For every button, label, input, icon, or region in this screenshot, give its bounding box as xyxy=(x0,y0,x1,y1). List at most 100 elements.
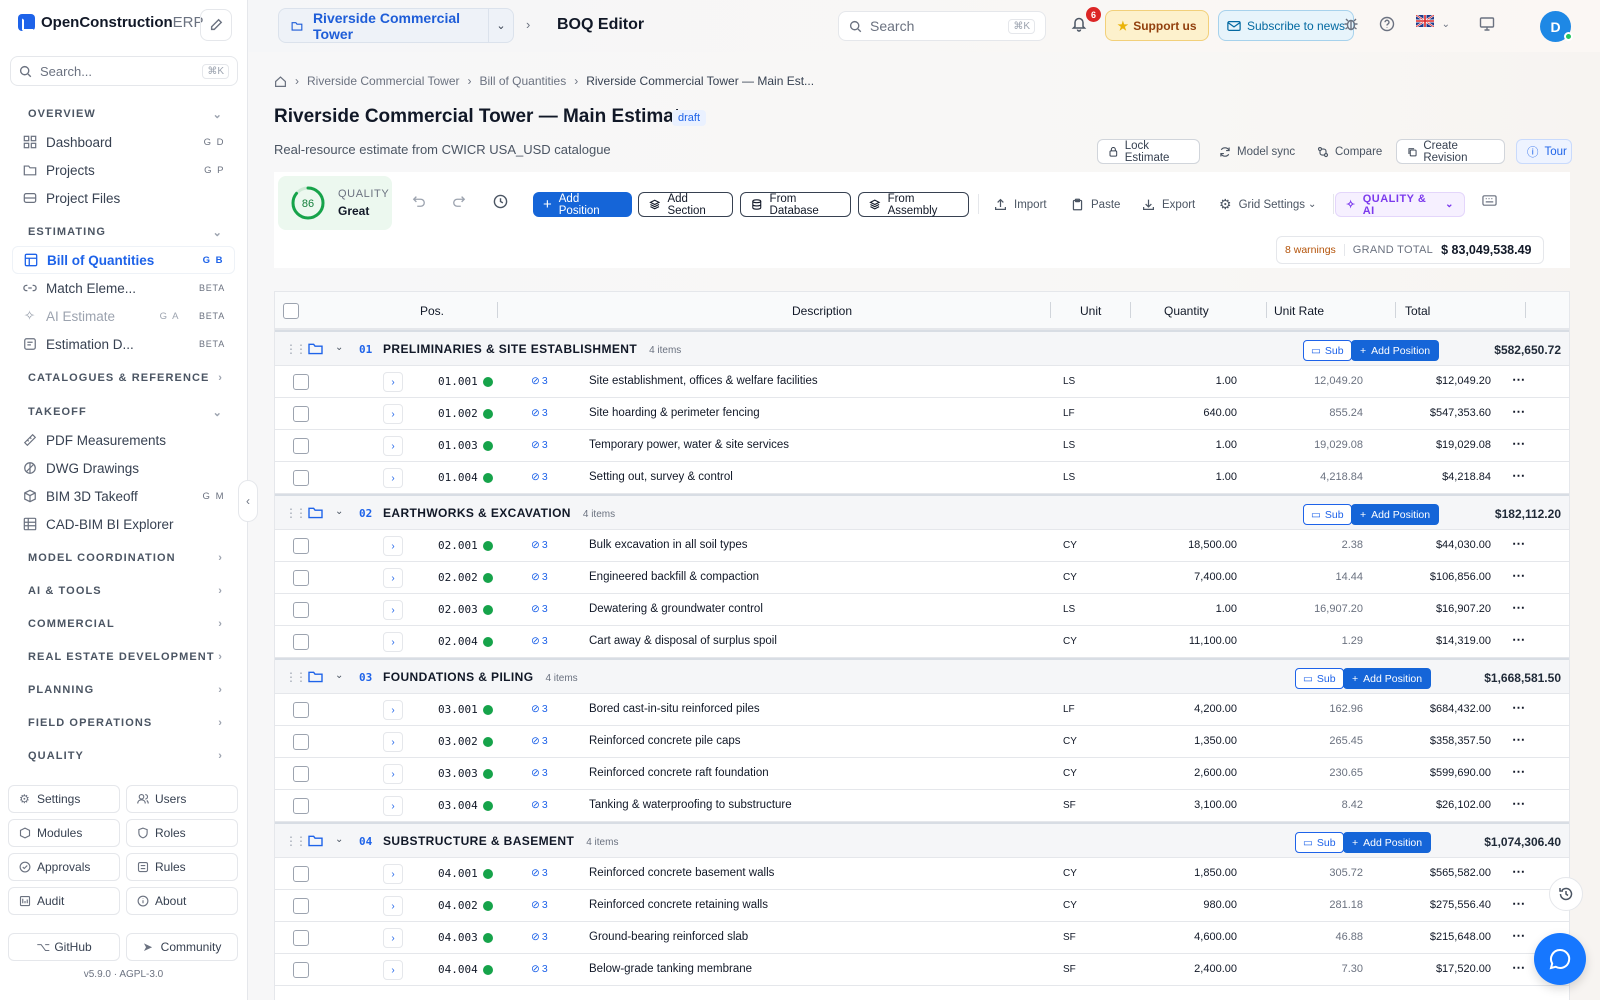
unit-cell[interactable]: CY xyxy=(1063,540,1077,551)
nav-section-catalogues[interactable]: CATALOGUES & REFERENCE › xyxy=(0,364,247,392)
position-code[interactable]: 04.003 xyxy=(438,931,478,944)
description-cell[interactable]: Ground-bearing reinforced slab xyxy=(589,931,748,943)
position-code[interactable]: 02.003 xyxy=(438,603,478,616)
quantity-cell[interactable]: 980.00 xyxy=(1203,899,1237,911)
quality-ai-button[interactable]: ✧ QUALITY & AI ⌄ xyxy=(1335,192,1465,217)
section-add-position-button[interactable]: + Add Position xyxy=(1351,504,1440,525)
section-add-position-button[interactable]: + Add Position xyxy=(1343,832,1432,853)
lock-estimate-button[interactable]: Lock Estimate xyxy=(1097,139,1200,164)
unit-cell[interactable]: LS xyxy=(1063,472,1075,483)
modules-button[interactable]: Modules xyxy=(8,819,120,847)
column-resizer[interactable] xyxy=(1130,302,1131,318)
warnings-count[interactable]: 8 warnings xyxy=(1285,244,1345,256)
column-resizer[interactable] xyxy=(1525,302,1526,318)
section-row[interactable]: ⋮⋮ ⌄ 01 PRELIMINARIES & SITE ESTABLISHMENT 4… xyxy=(275,330,1569,366)
history-icon[interactable] xyxy=(493,194,508,212)
description-cell[interactable]: Bored cast-in-situ reinforced piles xyxy=(589,703,760,715)
more-options-icon[interactable]: ⋯ xyxy=(1512,796,1525,812)
section-row[interactable]: ⋮⋮ ⌄ 02 EARTHWORKS & EXCAVATION 4 items ▭ Sub +… xyxy=(275,494,1569,530)
row-checkbox[interactable] xyxy=(293,798,309,814)
unit-cell[interactable]: CY xyxy=(1063,736,1077,747)
more-options-icon[interactable]: ⋯ xyxy=(1512,700,1525,716)
row-checkbox[interactable] xyxy=(293,438,309,454)
quantity-cell[interactable]: 2,400.00 xyxy=(1194,963,1237,975)
sidebar-item-bill-of-quantities[interactable]: Bill of Quantities G B xyxy=(12,246,235,274)
from-database-button[interactable]: From Database xyxy=(740,192,851,217)
table-row[interactable]: › 01.001 ⊘ 3 Site establishment, offices & w… xyxy=(275,366,1569,398)
quality-score-card[interactable]: 86 QUALITY Great xyxy=(278,176,392,230)
section-row[interactable]: ⋮⋮ ⌄ 03 FOUNDATIONS & PILING 4 items ▭ Sub + Add… xyxy=(275,658,1569,694)
expand-row-button[interactable]: › xyxy=(383,600,403,620)
position-code[interactable]: 03.004 xyxy=(438,799,478,812)
quantity-cell[interactable]: 4,600.00 xyxy=(1194,931,1237,943)
expand-row-button[interactable]: › xyxy=(383,436,403,456)
description-cell[interactable]: Site establishment, offices & welfare fa… xyxy=(589,375,818,387)
add-section-button[interactable]: Add Section xyxy=(638,192,733,217)
description-cell[interactable]: Dewatering & groundwater control xyxy=(589,603,763,615)
notifications-button[interactable] xyxy=(1071,15,1087,35)
table-row[interactable]: › 01.002 ⊘ 3 Site hoarding & perimeter fenci… xyxy=(275,398,1569,430)
nav-section-takeoff[interactable]: TAKEOFF ⌄ xyxy=(0,398,247,426)
position-code[interactable]: 01.001 xyxy=(438,375,478,388)
row-checkbox[interactable] xyxy=(293,406,309,422)
row-checkbox[interactable] xyxy=(293,734,309,750)
approvals-button[interactable]: Approvals xyxy=(8,853,120,881)
table-row[interactable]: › 02.004 ⊘ 3 Cart away & disposal of surplus… xyxy=(275,626,1569,658)
position-code[interactable]: 01.004 xyxy=(438,471,478,484)
quantity-cell[interactable]: 1.00 xyxy=(1216,439,1237,451)
expand-row-button[interactable]: › xyxy=(383,732,403,752)
add-subsection-button[interactable]: ▭ Sub xyxy=(1303,504,1352,525)
expand-row-button[interactable]: › xyxy=(383,864,403,884)
description-cell[interactable]: Reinforced concrete retaining walls xyxy=(589,899,768,911)
sidebar-search-input[interactable]: Search... ⌘K xyxy=(10,56,238,86)
import-button[interactable]: Import xyxy=(984,192,1057,217)
expand-row-button[interactable]: › xyxy=(383,404,403,424)
position-code[interactable]: 02.001 xyxy=(438,539,478,552)
sidebar-item-cad-bim-explorer[interactable]: CAD-BIM BI Explorer xyxy=(12,510,235,538)
position-code[interactable]: 02.004 xyxy=(438,635,478,648)
unit-rate-cell[interactable]: 12,049.20 xyxy=(1314,375,1363,387)
resource-links[interactable]: ⊘ 3 xyxy=(531,867,548,879)
drag-handle-icon[interactable]: ⋮⋮ xyxy=(285,670,307,684)
drag-handle-icon[interactable]: ⋮⋮ xyxy=(285,506,307,520)
unit-rate-cell[interactable]: 1.29 xyxy=(1342,635,1363,647)
col-header-unit[interactable]: Unit xyxy=(1080,304,1101,318)
more-options-icon[interactable]: ⋯ xyxy=(1512,404,1525,420)
more-options-icon[interactable]: ⋯ xyxy=(1512,436,1525,452)
more-options-icon[interactable]: ⋯ xyxy=(1512,960,1525,976)
description-cell[interactable]: Engineered backfill & compaction xyxy=(589,571,759,583)
table-row[interactable]: › 04.003 ⊘ 3 Ground-bearing reinforced slab S… xyxy=(275,922,1569,954)
chevron-down-icon[interactable]: ⌄ xyxy=(335,506,343,517)
resource-links[interactable]: ⊘ 3 xyxy=(531,471,548,483)
sidebar-item-dashboard[interactable]: Dashboard G D xyxy=(12,128,235,156)
table-row[interactable]: › 03.002 ⊘ 3 Reinforced concrete pile caps CY… xyxy=(275,726,1569,758)
quantity-cell[interactable]: 11,100.00 xyxy=(1189,635,1237,647)
expand-row-button[interactable]: › xyxy=(383,568,403,588)
row-checkbox[interactable] xyxy=(293,766,309,782)
subscribe-button[interactable]: Subscribe to news xyxy=(1218,10,1354,41)
resource-links[interactable]: ⊘ 3 xyxy=(531,375,548,387)
nav-section-commercial[interactable]: COMMERCIAL › xyxy=(0,610,247,638)
unit-cell[interactable]: CY xyxy=(1063,868,1077,879)
expand-row-button[interactable]: › xyxy=(383,960,403,980)
chevron-down-icon[interactable]: ⌄ xyxy=(335,670,343,681)
global-search-input[interactable]: Search ⌘K xyxy=(838,11,1046,41)
brand-logo[interactable]: OpenConstructionERP xyxy=(18,14,204,31)
unit-rate-cell[interactable]: 4,218.84 xyxy=(1320,471,1363,483)
table-row[interactable]: › 01.003 ⊘ 3 Temporary power, water & site s… xyxy=(275,430,1569,462)
table-row[interactable]: › 02.003 ⊘ 3 Dewatering & groundwater contro… xyxy=(275,594,1569,626)
resource-links[interactable]: ⊘ 3 xyxy=(531,767,548,779)
paste-button[interactable]: Paste xyxy=(1061,192,1130,217)
more-options-icon[interactable]: ⋯ xyxy=(1512,864,1525,880)
breadcrumb-boq[interactable]: Bill of Quantities xyxy=(479,74,566,88)
from-assembly-button[interactable]: From Assembly xyxy=(858,192,969,217)
column-resizer[interactable] xyxy=(497,302,498,318)
row-checkbox[interactable] xyxy=(293,634,309,650)
col-header-pos[interactable]: Pos. xyxy=(420,304,444,318)
unit-cell[interactable]: CY xyxy=(1063,768,1077,779)
expand-row-button[interactable]: › xyxy=(383,896,403,916)
more-options-icon[interactable]: ⋯ xyxy=(1512,568,1525,584)
unit-cell[interactable]: LS xyxy=(1063,376,1075,387)
more-options-icon[interactable]: ⋯ xyxy=(1512,764,1525,780)
redo-icon[interactable] xyxy=(452,194,466,211)
